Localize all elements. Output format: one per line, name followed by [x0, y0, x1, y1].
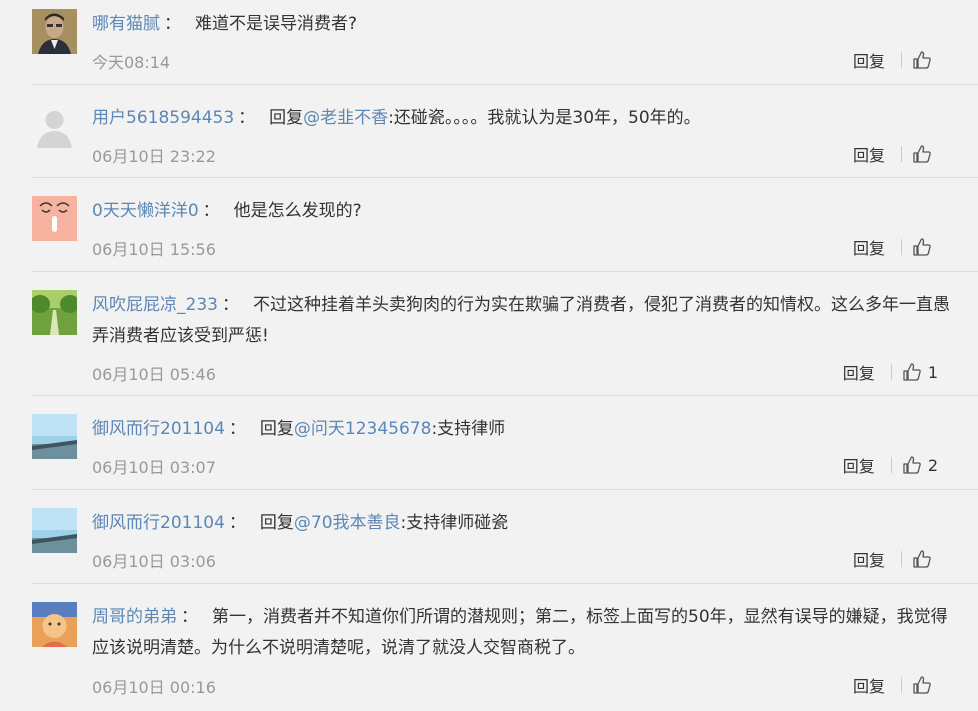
comment-text: 用户5618594453： 回复@老韭不香:还碰瓷。。。。我就认为是30年，50年…: [92, 103, 954, 134]
reply-button[interactable]: 回复: [853, 673, 885, 697]
like-button[interactable]: [912, 144, 938, 164]
comment-text: 哪有猫腻： 难道不是误导消费者?: [92, 9, 954, 40]
comment-actions: 回复 1: [843, 360, 938, 384]
mention-link[interactable]: @老韭不香: [303, 108, 388, 128]
thumbs-up-icon: [912, 144, 932, 164]
comment-content: 难道不是误导消费者?: [195, 14, 358, 34]
colon: ：: [228, 419, 246, 439]
comment-actions: 回复 2: [843, 453, 938, 477]
mention-link[interactable]: @70我本善良: [294, 513, 401, 533]
like-button[interactable]: [912, 549, 938, 569]
reply-button[interactable]: 回复: [853, 142, 885, 166]
comment-content: 他是怎么发现的?: [233, 201, 362, 221]
reply-button[interactable]: 回复: [853, 48, 885, 72]
comment-time: 06月10日 03:07: [92, 458, 216, 477]
username-link[interactable]: 0天天懒洋洋0: [92, 201, 199, 221]
like-button[interactable]: [912, 237, 938, 257]
thumbs-up-icon: [912, 549, 932, 569]
username-link[interactable]: 哪有猫腻: [92, 14, 160, 34]
cartoon-face-avatar[interactable]: [32, 196, 77, 241]
comment-time: 06月10日 03:06: [92, 552, 216, 571]
comment-time: 今天08:14: [92, 53, 171, 72]
comment-text: 周哥的弟弟：第一，消费者并不知道你们所谓的潜规则；第二，标签上面写的50年，显然…: [92, 602, 954, 664]
like-button[interactable]: [912, 675, 938, 695]
username-link[interactable]: 风吹屁屁凉_233: [92, 295, 218, 315]
divider: [901, 52, 902, 68]
comment-time: 06月10日 05:46: [92, 365, 216, 384]
divider: [901, 551, 902, 567]
tree-road-avatar[interactable]: [32, 290, 77, 335]
colon: ：: [228, 513, 246, 533]
thumbs-up-icon: [912, 50, 932, 70]
thumbs-up-icon: [912, 237, 932, 257]
mention-link[interactable]: @问天12345678: [294, 419, 432, 439]
username-link[interactable]: 御风而行201104: [92, 513, 225, 533]
divider: [901, 239, 902, 255]
colon: ：: [221, 295, 239, 315]
comment-content: :支持律师碰瓷: [400, 513, 509, 533]
comment-actions: 回复: [853, 48, 938, 72]
colorful-face-avatar[interactable]: [32, 602, 77, 647]
colon: ：: [164, 14, 181, 34]
divider: [890, 364, 892, 380]
comment-time: 06月10日 23:22: [92, 147, 216, 166]
comment-time: 06月10日 15:56: [92, 240, 216, 259]
reply-button[interactable]: 回复: [853, 235, 885, 259]
comment-text: 御风而行201104： 回复@70我本善良:支持律师碰瓷: [92, 508, 954, 539]
portrait-man-avatar[interactable]: [32, 9, 77, 54]
username-link[interactable]: 周哥的弟弟: [92, 607, 177, 627]
thumbs-up-icon: [902, 455, 922, 475]
comment-actions: 回复: [853, 547, 938, 571]
like-count: 1: [927, 362, 938, 382]
reply-button[interactable]: 回复: [843, 453, 875, 477]
comment-actions: 回复: [853, 142, 938, 166]
like-button[interactable]: [912, 50, 938, 70]
like-button[interactable]: 2: [902, 455, 938, 475]
divider: [890, 457, 892, 473]
sky-landscape-avatar[interactable]: [32, 508, 77, 553]
comment-actions: 回复: [853, 235, 938, 259]
colon: ：: [238, 108, 256, 128]
username-link[interactable]: 用户5618594453: [92, 108, 234, 128]
reply-prefix: 回复: [269, 108, 304, 128]
comment-content: 第一，消费者并不知道你们所谓的潜规则；第二，标签上面写的50年，显然有误导的嫌疑…: [92, 607, 948, 658]
like-button[interactable]: 1: [902, 362, 938, 382]
comment-actions: 回复: [853, 673, 938, 697]
sky-landscape-avatar[interactable]: [32, 414, 77, 459]
thumbs-up-icon: [902, 362, 922, 382]
reply-button[interactable]: 回复: [843, 360, 875, 384]
divider: [901, 677, 902, 693]
thumbs-up-icon: [912, 675, 932, 695]
comment-text: 风吹屁屁凉_233：不过这种挂着羊头卖狗肉的行为实在欺骗了消费者，侵犯了消费者的…: [92, 290, 954, 352]
comment-text: 御风而行201104： 回复@问天12345678:支持律师: [92, 414, 954, 445]
default-user-avatar[interactable]: [32, 103, 77, 148]
comment-content: :支持律师: [431, 419, 506, 439]
comment-time: 06月10日 00:16: [92, 678, 216, 697]
divider: [901, 146, 902, 162]
colon: ：: [181, 607, 198, 627]
comment-list: 哪有猫腻：难道不是误导消费者? 今天08:14 回复 用户5618594453：…: [0, 0, 978, 711]
reply-prefix: 回复: [259, 419, 294, 439]
colon: ：: [202, 201, 220, 221]
username-link[interactable]: 御风而行201104: [92, 419, 225, 439]
comment-content: :还碰瓷。。。。我就认为是30年，50年的。: [388, 108, 701, 128]
reply-prefix: 回复: [259, 513, 294, 533]
reply-button[interactable]: 回复: [853, 547, 885, 571]
comment-content: 不过这种挂着羊头卖狗肉的行为实在欺骗了消费者，侵犯了消费者的知情权。这么多年一直…: [92, 295, 950, 346]
like-count: 2: [927, 455, 938, 475]
comment-text: 0天天懒洋洋0： 他是怎么发现的?: [92, 196, 954, 227]
